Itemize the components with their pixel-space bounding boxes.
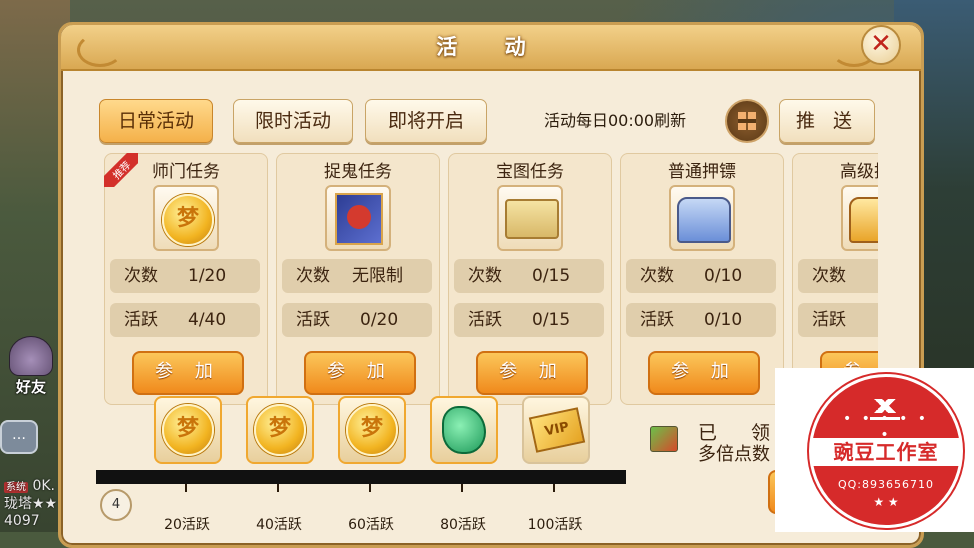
activity-row: 活跃 4/40 <box>110 303 260 337</box>
chat-line-3: 4097 <box>4 513 40 529</box>
chat-line-1: 0K. <box>32 478 55 494</box>
activity-row: 活跃 0/20 <box>282 303 432 337</box>
reward-chest-100[interactable]: VIP <box>522 396 590 464</box>
activity-progress-bar <box>96 470 626 484</box>
activity-card-zhuogui[interactable]: 捉鬼任务 次数 无限制 活跃 0/20 参 加 <box>276 153 440 405</box>
activity-name: 高级押镖 <box>840 162 878 182</box>
count-row: 次数 无限制 <box>282 259 432 293</box>
refresh-time-text: 活动每日00:00刷新 <box>544 111 687 130</box>
gold-dream-coin-icon: 梦 <box>346 404 398 456</box>
count-value: 0/10 <box>704 266 743 286</box>
join-button[interactable]: 参 加 <box>132 351 244 395</box>
gold-dream-coin-icon: 梦 <box>162 194 214 246</box>
activity-icon-frame[interactable] <box>669 185 735 251</box>
activity-row: 活跃 0/10 <box>626 303 776 337</box>
reward-chest-80[interactable] <box>430 396 498 464</box>
activity-row: 活跃 0/15 <box>454 303 604 337</box>
progress-tick <box>277 484 279 492</box>
count-row: 次数 0/10 <box>626 259 776 293</box>
reward-chest-40[interactable]: 梦 <box>246 396 314 464</box>
count-value: 0/15 <box>532 266 571 286</box>
reward-threshold-label: 20活跃 <box>164 517 210 533</box>
join-button[interactable]: 参 加 <box>476 351 588 395</box>
reward-threshold-label: 60活跃 <box>348 517 394 533</box>
count-row: 次数 1/20 <box>110 259 260 293</box>
title-bar: 活 动 <box>61 25 921 71</box>
activity-card-yabiao[interactable]: 普通押镖 次数 0/10 活跃 0/10 参 加 <box>620 153 784 405</box>
gold-dream-coin-icon: 梦 <box>254 404 306 456</box>
count-row: 次数 <box>798 259 878 293</box>
crown-icon <box>870 399 900 420</box>
gold-dream-coin-icon: 梦 <box>162 404 214 456</box>
progress-tick <box>461 484 463 492</box>
count-value: 1/20 <box>188 266 227 286</box>
reward-threshold-label: 100活跃 <box>527 517 583 533</box>
ghost-book-icon <box>335 193 383 245</box>
reward-chest-60[interactable]: 梦 <box>338 396 406 464</box>
activity-value: 4/40 <box>188 310 227 330</box>
progress-tick <box>369 484 371 492</box>
close-button[interactable]: ✕ <box>861 25 901 65</box>
chat-bubble-icon[interactable]: … <box>0 420 38 454</box>
treasure-map-icon <box>505 199 559 239</box>
count-value: 无限制 <box>352 266 403 286</box>
friend-avatar-icon <box>9 336 53 376</box>
activity-icon-frame[interactable] <box>841 185 878 251</box>
activity-value: 0/20 <box>360 310 399 330</box>
activity-name: 普通押镖 <box>668 162 736 182</box>
activity-name: 宝图任务 <box>496 162 564 182</box>
count-row: 次数 0/15 <box>454 259 604 293</box>
friend-button[interactable]: 好友 <box>4 336 58 396</box>
progress-tick <box>185 484 187 492</box>
tab-limited[interactable]: 限时活动 <box>233 99 353 143</box>
chat-line-2: 珑塔★★ <box>4 496 58 512</box>
tab-upcoming[interactable]: 即将开启 <box>365 99 487 143</box>
activity-icon-frame[interactable]: 梦 <box>153 185 219 251</box>
reward-chest-20[interactable]: 梦 <box>154 396 222 464</box>
gold-chest-icon <box>849 197 878 243</box>
reward-threshold-label: 80活跃 <box>440 517 486 533</box>
strategy-icon[interactable] <box>650 426 678 452</box>
activity-name: 师门任务 <box>152 162 220 182</box>
activity-calendar-icon[interactable] <box>725 99 769 143</box>
multiplier-points-text: 多倍点数 <box>698 444 770 465</box>
progress-tick <box>553 484 555 492</box>
studio-qq: QQ:893656710 <box>837 478 934 491</box>
watermark-stamp: • • • • • • 豌豆工作室 QQ:893656710 ★ ★ <box>775 368 974 532</box>
activity-icon-frame[interactable] <box>325 185 391 251</box>
friend-label: 好友 <box>15 378 46 396</box>
stamp-circle: • • • • • • 豌豆工作室 QQ:893656710 ★ ★ <box>809 374 963 528</box>
activity-card-shimen[interactable]: 推荐 师门任务 梦 次数 1/20 活跃 4/40 参 加 <box>104 153 268 405</box>
jade-icon <box>442 406 486 454</box>
activity-list[interactable]: 推荐 师门任务 梦 次数 1/20 活跃 4/40 参 加 捉鬼任务 次数 无限制 活… <box>104 153 878 405</box>
close-icon: ✕ <box>870 29 892 59</box>
activity-name: 捉鬼任务 <box>324 162 392 182</box>
activity-card-baotu[interactable]: 宝图任务 次数 0/15 活跃 0/15 参 加 <box>448 153 612 405</box>
chat-system-tag: 系统 <box>4 482 28 493</box>
push-button[interactable]: 推 送 <box>779 99 875 143</box>
chat-preview[interactable]: 系统 0K. 珑塔★★ 4097 <box>4 478 57 530</box>
activity-value: 0/15 <box>532 310 571 330</box>
tab-daily[interactable]: 日常活动 <box>99 99 213 143</box>
studio-name: 豌豆工作室 <box>811 438 961 466</box>
activity-icon-frame[interactable] <box>497 185 563 251</box>
activity-row: 活跃 <box>798 303 878 337</box>
stamp-stars: ★ ★ <box>873 495 899 509</box>
join-button[interactable]: 参 加 <box>304 351 416 395</box>
reward-threshold-label: 40活跃 <box>256 517 302 533</box>
vip-card-icon: VIP <box>528 407 586 453</box>
activity-value: 0/10 <box>704 310 743 330</box>
silver-chest-icon <box>677 197 731 243</box>
activity-level-badge: 4 <box>100 489 132 521</box>
join-button[interactable]: 参 加 <box>648 351 760 395</box>
window-title: 活 动 <box>436 35 546 59</box>
